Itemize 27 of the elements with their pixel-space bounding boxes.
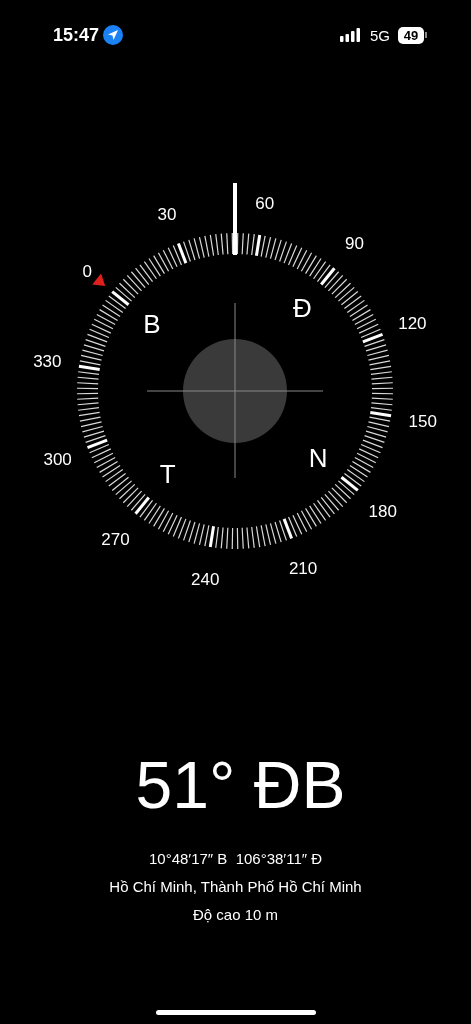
cardinal-label: Đ [292, 292, 312, 323]
degree-label: 30 [157, 204, 177, 224]
cardinal-label: N [308, 443, 328, 474]
degree-label: 120 [398, 313, 427, 333]
degree-label: 210 [288, 559, 318, 579]
network-type: 5G [370, 26, 390, 44]
degree-label: 0 [82, 262, 93, 282]
degree-label: 150 [408, 411, 437, 431]
signal-icon [340, 28, 362, 42]
cardinal-label: T [159, 459, 176, 490]
degree-label: 300 [43, 450, 72, 470]
coordinates-text: 10°48′17″ B 106°38′11″ Đ [148, 849, 323, 869]
clock-time: 15:47 [53, 24, 100, 46]
altitude-text: Độ cao 10 m [192, 905, 278, 925]
degree-label: 270 [101, 529, 130, 549]
north-marker-icon [92, 273, 106, 286]
heading-needle [233, 183, 237, 255]
cardinal-label: B [143, 308, 161, 339]
degree-label: 180 [368, 501, 397, 521]
degree-label: 60 [255, 194, 275, 214]
degree-label: 90 [345, 234, 365, 254]
degree-label: 330 [33, 352, 62, 372]
battery-icon: 49 [398, 26, 427, 44]
location-text: Hồ Chí Minh, Thành Phố Hồ Chí Minh [109, 877, 362, 897]
home-indicator[interactable] [155, 1010, 316, 1015]
degree-label: 240 [191, 569, 220, 589]
heading-reading: 51° ĐB [135, 747, 346, 824]
